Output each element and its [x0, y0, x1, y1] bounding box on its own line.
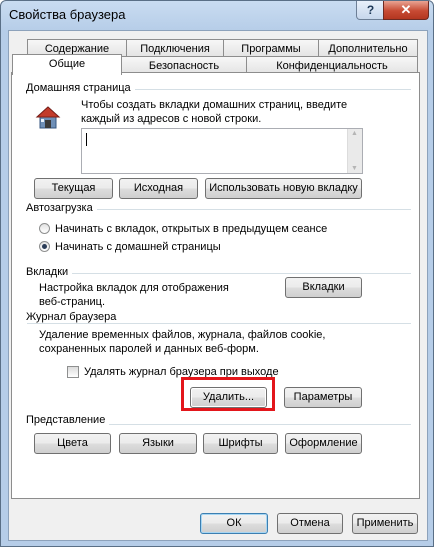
- tabs-group-title: Вкладки: [26, 266, 73, 278]
- startup-previous-session-label: Начинать с вкладок, открытых в предыдуще…: [55, 223, 328, 235]
- home-pages-textarea[interactable]: ▲ ▼: [81, 128, 363, 174]
- tabs-settings-button[interactable]: Вкладки: [285, 277, 362, 298]
- delete-button-highlight: [181, 377, 275, 411]
- home-group-title: Домашняя страница: [26, 82, 135, 94]
- use-default-button[interactable]: Исходная: [119, 178, 198, 199]
- tabs-description: Настройка вкладок для отображения веб-ст…: [39, 282, 229, 308]
- fonts-button[interactable]: Шрифты: [203, 433, 278, 454]
- house-icon: [35, 106, 61, 129]
- home-pages-scrollbar[interactable]: ▲ ▼: [347, 129, 362, 173]
- tabs-group-divider: [27, 273, 411, 274]
- startup-previous-session-radio[interactable]: [39, 223, 50, 234]
- home-instruction: Чтобы создать вкладки домашних страниц, …: [81, 99, 348, 125]
- scroll-down-arrow-icon[interactable]: ▼: [351, 165, 358, 172]
- use-new-tab-button[interactable]: Использовать новую вкладку: [205, 178, 362, 199]
- startup-home-page-label: Начинать с домашней страницы: [55, 241, 221, 253]
- text-caret: [86, 133, 87, 146]
- history-group-divider: [27, 323, 411, 324]
- startup-group-title: Автозагрузка: [26, 202, 97, 214]
- history-description: Удаление временных файлов, журнала, файл…: [39, 329, 326, 355]
- delete-history-on-exit-checkbox[interactable]: [67, 366, 79, 378]
- use-current-button[interactable]: Текущая: [34, 178, 113, 199]
- colors-button[interactable]: Цвета: [34, 433, 111, 454]
- accessibility-button[interactable]: Оформление: [285, 433, 362, 454]
- scroll-up-arrow-icon[interactable]: ▲: [351, 130, 358, 137]
- browser-properties-window: Свойства браузера ? ✕ Содержание Подключ…: [0, 0, 434, 547]
- history-settings-button[interactable]: Параметры: [284, 387, 362, 408]
- startup-home-page-radio[interactable]: [39, 241, 50, 252]
- ok-button[interactable]: ОК: [200, 513, 268, 534]
- apply-button[interactable]: Применить: [352, 513, 418, 534]
- cancel-button[interactable]: Отмена: [277, 513, 343, 534]
- panel-content: Домашняя страница Чтобы создать вкладки …: [1, 1, 433, 546]
- history-group-title: Журнал браузера: [26, 311, 121, 323]
- appearance-group-title: Представление: [26, 414, 110, 426]
- languages-button[interactable]: Языки: [119, 433, 197, 454]
